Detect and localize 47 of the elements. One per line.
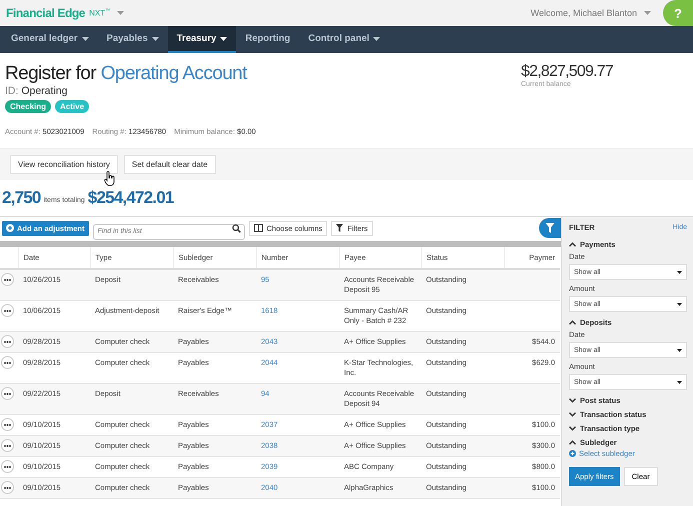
chevron-icon <box>569 440 576 445</box>
page-title: Register for Operating Account <box>5 63 248 85</box>
caret-icon[interactable] <box>82 36 89 40</box>
item-count: 2,750 <box>2 188 41 208</box>
caret-icon[interactable] <box>152 36 159 40</box>
row-menu-button[interactable] <box>1 387 14 400</box>
nav-tab[interactable]: General ledger <box>2 26 98 53</box>
caret-icon <box>677 348 682 352</box>
nav-tab[interactable]: Treasury <box>168 26 236 53</box>
chevron-icon <box>569 426 576 431</box>
row-menu-button[interactable] <box>1 481 14 494</box>
filter-toggle-button[interactable] <box>539 218 561 238</box>
nav-tab[interactable]: Payables <box>98 26 168 53</box>
status-badge: Checking <box>5 100 52 113</box>
chevron-icon <box>569 320 576 325</box>
row-menu-button[interactable] <box>1 460 14 473</box>
nav-tab[interactable]: Control panel <box>299 26 390 53</box>
edition-label: NXT$^{™}$ <box>89 8 110 18</box>
caret-icon <box>677 380 682 384</box>
plus-icon <box>569 450 576 457</box>
chevron-icon <box>569 242 576 247</box>
row-menu-button[interactable] <box>1 418 14 431</box>
nav-tab[interactable]: Reporting <box>236 26 300 53</box>
row-menu-button[interactable] <box>1 356 14 369</box>
status-badge: Active <box>55 100 90 113</box>
columns-icon <box>254 224 263 232</box>
row-menu-button[interactable] <box>1 335 14 348</box>
action-button[interactable]: View reconciliation history <box>10 155 118 174</box>
current-balance: $2,827,509.77 <box>521 63 614 80</box>
search-icon[interactable] <box>232 224 241 232</box>
action-button[interactable]: Set default clear date <box>124 155 216 174</box>
caret-icon <box>677 302 682 306</box>
horizontal-scrollbar[interactable] <box>0 241 561 247</box>
row-menu-button[interactable] <box>1 439 14 452</box>
total-amount: $254,472.01 <box>88 188 174 208</box>
caret-icon[interactable] <box>373 36 380 40</box>
plus-icon <box>6 224 14 232</box>
account-id: ID: Operating <box>5 85 68 97</box>
funnel-icon <box>545 223 555 233</box>
funnel-icon <box>336 224 344 232</box>
welcome-menu[interactable]: Welcome, Michael Blanton <box>530 8 637 18</box>
caret-icon <box>677 270 682 274</box>
caret-icon[interactable] <box>220 36 228 40</box>
row-menu-button[interactable] <box>1 304 14 317</box>
chevron-icon <box>569 398 576 403</box>
row-menu-button[interactable] <box>1 273 14 286</box>
chevron-icon <box>569 412 576 417</box>
